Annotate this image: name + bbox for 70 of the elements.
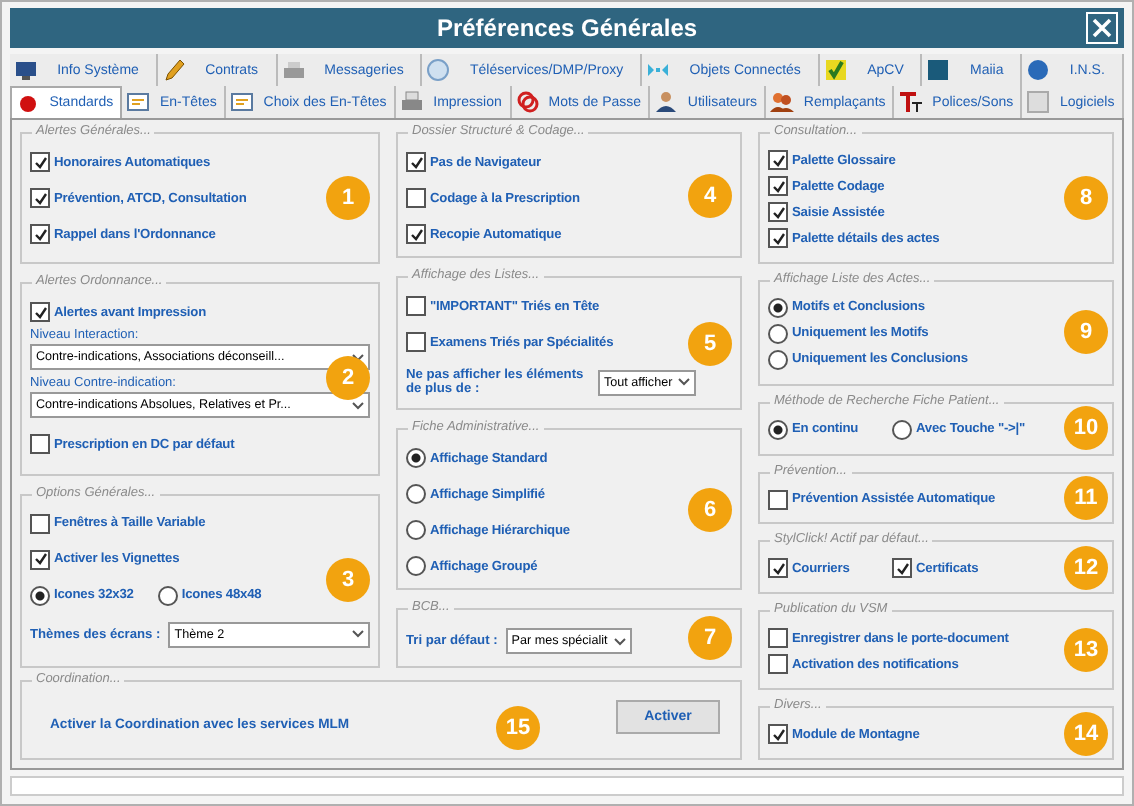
checkbox[interactable] <box>768 654 788 675</box>
square-icon <box>1026 90 1051 114</box>
radio-button[interactable] <box>406 520 426 540</box>
radio-button[interactable] <box>768 323 788 344</box>
document-icon <box>230 90 255 114</box>
radio-button[interactable] <box>768 349 788 370</box>
checkbox[interactable] <box>30 549 50 570</box>
signal-icon <box>646 58 671 82</box>
checkbox[interactable] <box>30 302 50 323</box>
checkbox[interactable] <box>30 434 50 455</box>
square-icon <box>926 58 951 82</box>
document-icon <box>126 90 151 114</box>
knot-icon <box>515 90 540 114</box>
checkbox[interactable] <box>768 150 788 170</box>
monitor-icon <box>14 58 38 82</box>
globe-icon <box>1026 58 1051 82</box>
checkbox[interactable] <box>768 489 788 510</box>
number-badge: 13 <box>1064 628 1108 673</box>
checkbox[interactable] <box>768 228 788 248</box>
number-badge: 11 <box>1064 476 1108 520</box>
person-icon <box>654 90 679 114</box>
caret-icon <box>352 401 364 410</box>
number-badge: 5 <box>688 321 732 365</box>
globe-icon <box>426 58 451 82</box>
printer-icon <box>399 90 424 114</box>
checkbox[interactable] <box>768 176 788 196</box>
people-icon <box>770 90 795 114</box>
checkbox[interactable] <box>30 188 50 208</box>
font-icon <box>898 90 923 114</box>
checkbox[interactable] <box>406 188 426 208</box>
checkbox[interactable] <box>768 724 788 745</box>
number-badge: 14 <box>1064 711 1108 756</box>
radio-button[interactable] <box>157 585 178 606</box>
checkbox[interactable] <box>406 332 426 352</box>
number-badge: 1 <box>326 176 370 221</box>
checkbox[interactable] <box>892 558 912 579</box>
close-icon[interactable] <box>1086 12 1118 44</box>
radio-button[interactable] <box>406 484 426 504</box>
caret-icon <box>352 630 364 639</box>
number-badge: 6 <box>688 487 732 531</box>
number-badge: 9 <box>1064 310 1108 355</box>
check-icon <box>824 58 849 82</box>
radio-button[interactable] <box>768 419 788 440</box>
caret-icon <box>613 637 626 645</box>
number-badge: 10 <box>1064 406 1108 451</box>
checkbox[interactable] <box>768 202 788 222</box>
number-badge: 12 <box>1064 545 1108 590</box>
checkbox[interactable] <box>768 558 788 579</box>
dot-icon <box>16 91 40 115</box>
checkbox[interactable] <box>30 513 50 534</box>
number-badge: 3 <box>326 558 370 603</box>
radio-button[interactable] <box>30 585 50 606</box>
radio-button[interactable] <box>406 556 426 576</box>
number-badge: 8 <box>1064 175 1108 220</box>
number-badge: 4 <box>688 173 732 217</box>
checkbox[interactable] <box>30 224 50 244</box>
number-badge: 7 <box>688 616 732 660</box>
checkbox[interactable] <box>768 628 788 649</box>
checkbox[interactable] <box>406 224 426 244</box>
number-badge: 15 <box>496 705 540 750</box>
radio-button[interactable] <box>406 448 426 468</box>
checkbox[interactable] <box>406 152 426 172</box>
radio-button[interactable] <box>892 419 912 440</box>
checkbox[interactable] <box>406 296 426 316</box>
caret-icon <box>678 378 691 386</box>
window-title: Préférences Générales <box>436 14 698 42</box>
radio-button[interactable] <box>768 297 788 318</box>
pencil-icon <box>162 58 186 82</box>
checkbox[interactable] <box>30 152 50 172</box>
printer-icon <box>281 58 306 82</box>
